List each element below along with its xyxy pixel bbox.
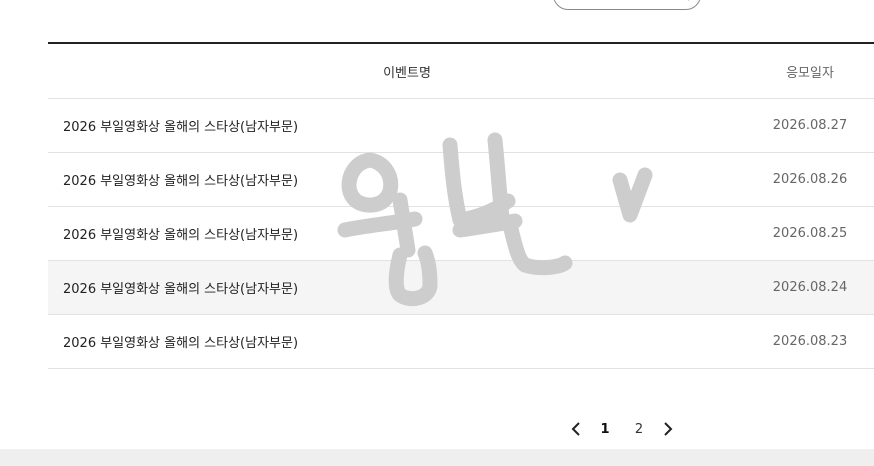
entry-date-cell: 2026.08.24 <box>772 280 848 295</box>
table-row[interactable]: 2026 부일영화상 올해의 스타상(남자부문) 2026.08.24 <box>48 261 874 315</box>
table-row[interactable]: 2026 부일영화상 올해의 스타상(남자부문) 2026.08.25 <box>48 207 874 261</box>
footer-bar <box>0 449 874 466</box>
event-name-cell[interactable]: 2026 부일영화상 올해의 스타상(남자부문) <box>48 332 746 351</box>
entry-date-cell: 2026.08.26 <box>772 172 848 187</box>
chevron-left-icon[interactable] <box>571 422 583 436</box>
page-number-2[interactable]: 2 <box>622 422 656 437</box>
entry-date-cell: 2026.08.25 <box>772 226 848 241</box>
event-name-cell[interactable]: 2026 부일영화상 올해의 스타상(남자부문) <box>48 278 746 297</box>
pagination: 1 2 <box>566 418 678 440</box>
event-name-cell[interactable]: 2026 부일영화상 올해의 스타상(남자부문) <box>48 116 746 135</box>
event-name-cell[interactable]: 2026 부일영화상 올해의 스타상(남자부문) <box>48 224 746 243</box>
table-row[interactable]: 2026 부일영화상 올해의 스타상(남자부문) 2026.08.23 <box>48 315 874 369</box>
column-header-entry-date: 응모일자 <box>786 65 834 81</box>
event-entry-table: 이벤트명 응모일자 2026 부일영화상 올해의 스타상(남자부문) 2026.… <box>48 42 874 369</box>
column-header-event-name: 이벤트명 <box>383 65 431 81</box>
search-icon[interactable] <box>678 0 692 9</box>
table-header: 이벤트명 응모일자 <box>48 44 874 99</box>
table-row[interactable]: 2026 부일영화상 올해의 스타상(남자부문) 2026.08.26 <box>48 153 874 207</box>
event-name-cell[interactable]: 2026 부일영화상 올해의 스타상(남자부문) <box>48 170 746 189</box>
pagination-next[interactable] <box>656 418 678 440</box>
pagination-prev[interactable] <box>566 418 588 440</box>
entry-date-cell: 2026.08.23 <box>772 334 848 349</box>
chevron-right-icon[interactable] <box>661 422 673 436</box>
search-box[interactable] <box>553 0 701 10</box>
page-number-1[interactable]: 1 <box>588 422 622 437</box>
table-row[interactable]: 2026 부일영화상 올해의 스타상(남자부문) 2026.08.27 <box>48 99 874 153</box>
entry-date-cell: 2026.08.27 <box>772 118 848 133</box>
